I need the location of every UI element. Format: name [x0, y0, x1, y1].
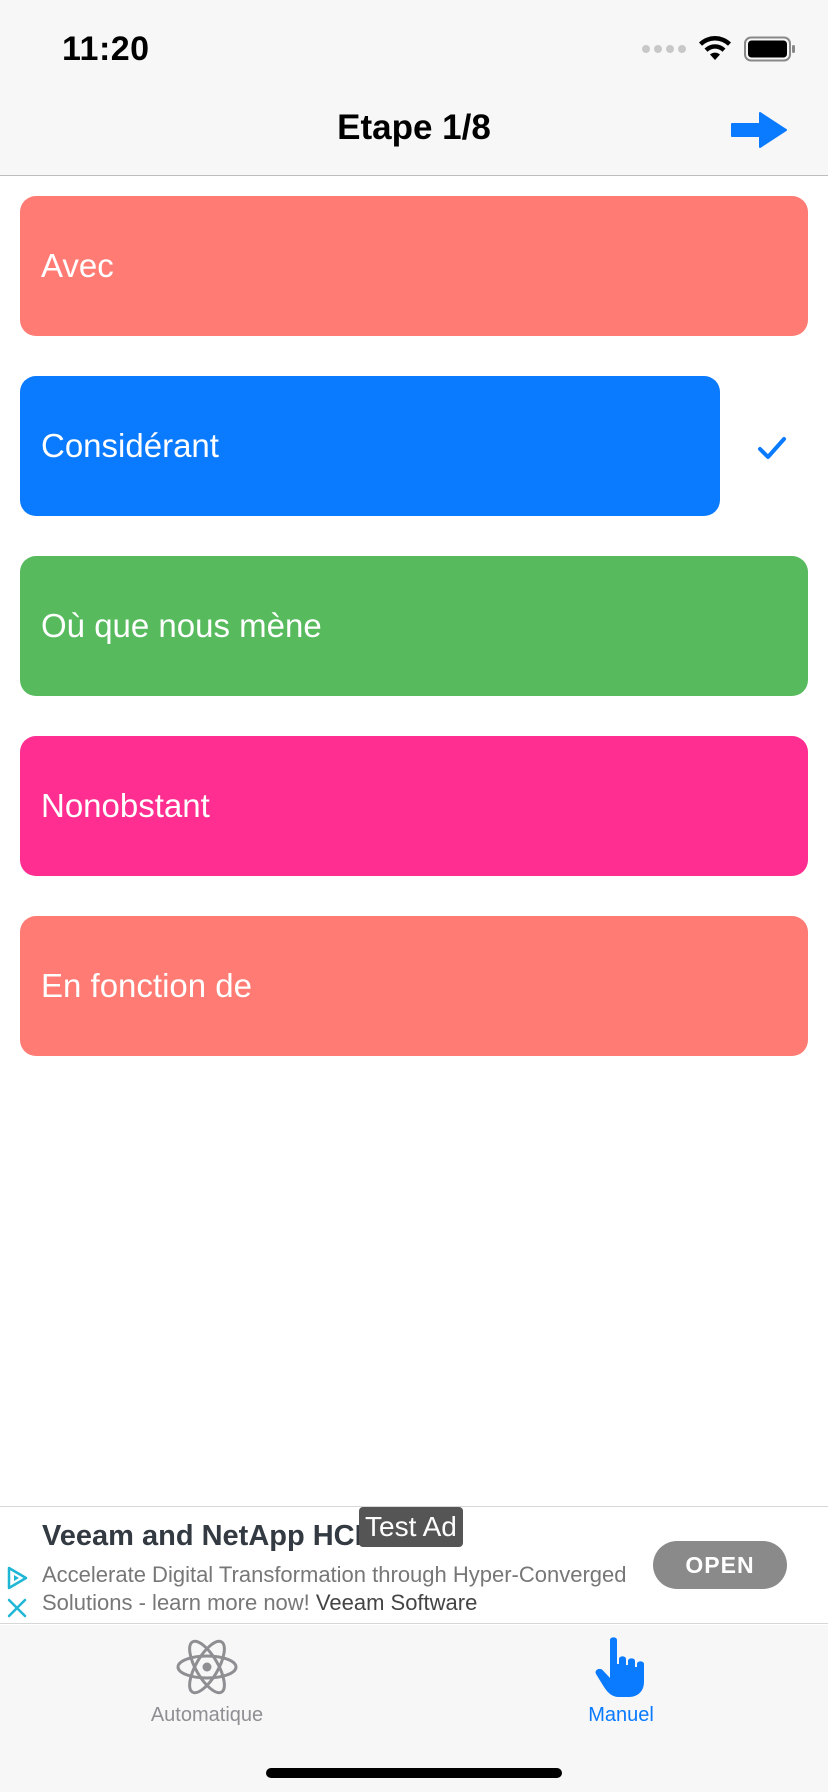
option-en-fonction-de[interactable]: En fonction de [20, 916, 808, 1056]
ad-close-icon[interactable] [6, 1597, 28, 1619]
option-label: Où que nous mène [41, 607, 322, 644]
tab-manuel[interactable]: Manuel [521, 1625, 721, 1727]
ad-banner[interactable]: Veeam and NetApp HCI Test Ad Accelerate … [0, 1506, 828, 1624]
ad-description: Accelerate Digital Transformation throug… [42, 1561, 642, 1617]
tab-label: Automatique [150, 1704, 264, 1726]
option-nonobstant[interactable]: Nonobstant [20, 736, 808, 876]
wifi-icon [699, 36, 731, 60]
ad-open-button[interactable]: OPEN [653, 1541, 787, 1589]
top-bar: 11:20 Etape 1/8 [0, 0, 828, 176]
tab-automatique[interactable]: Automatique [107, 1625, 307, 1727]
option-label: Avec [41, 247, 114, 284]
status-time: 11:20 [62, 30, 150, 68]
hand-pointer-icon [595, 1637, 644, 1697]
page-title: Etape 1/8 [337, 108, 491, 147]
ad-choices-icon[interactable] [4, 1565, 30, 1591]
atom-icon [176, 1639, 238, 1695]
option-avec[interactable]: Avec [20, 196, 808, 336]
test-ad-badge: Test Ad [359, 1507, 463, 1547]
home-indicator [266, 1768, 562, 1778]
status-icons [642, 36, 796, 62]
tab-bar: Automatique Manuel [0, 1625, 828, 1792]
next-arrow-icon[interactable] [730, 110, 788, 150]
battery-icon [744, 36, 795, 62]
ad-title[interactable]: Veeam and NetApp HCI [42, 1520, 363, 1553]
checkmark-icon [758, 437, 786, 459]
cellular-signal-icon [642, 45, 686, 53]
option-label: Considérant [41, 427, 219, 464]
option-ou-que-nous-mene[interactable]: Où que nous mène [20, 556, 808, 696]
tab-label: Manuel [588, 1704, 654, 1726]
option-considerant[interactable]: Considérant [20, 376, 720, 516]
screen: 11:20 Etape 1/8 Avec Considérant Où que … [0, 0, 828, 1792]
option-label: En fonction de [41, 967, 252, 1004]
ad-advertiser: Veeam Software [315, 1590, 478, 1615]
option-label: Nonobstant [41, 787, 210, 824]
